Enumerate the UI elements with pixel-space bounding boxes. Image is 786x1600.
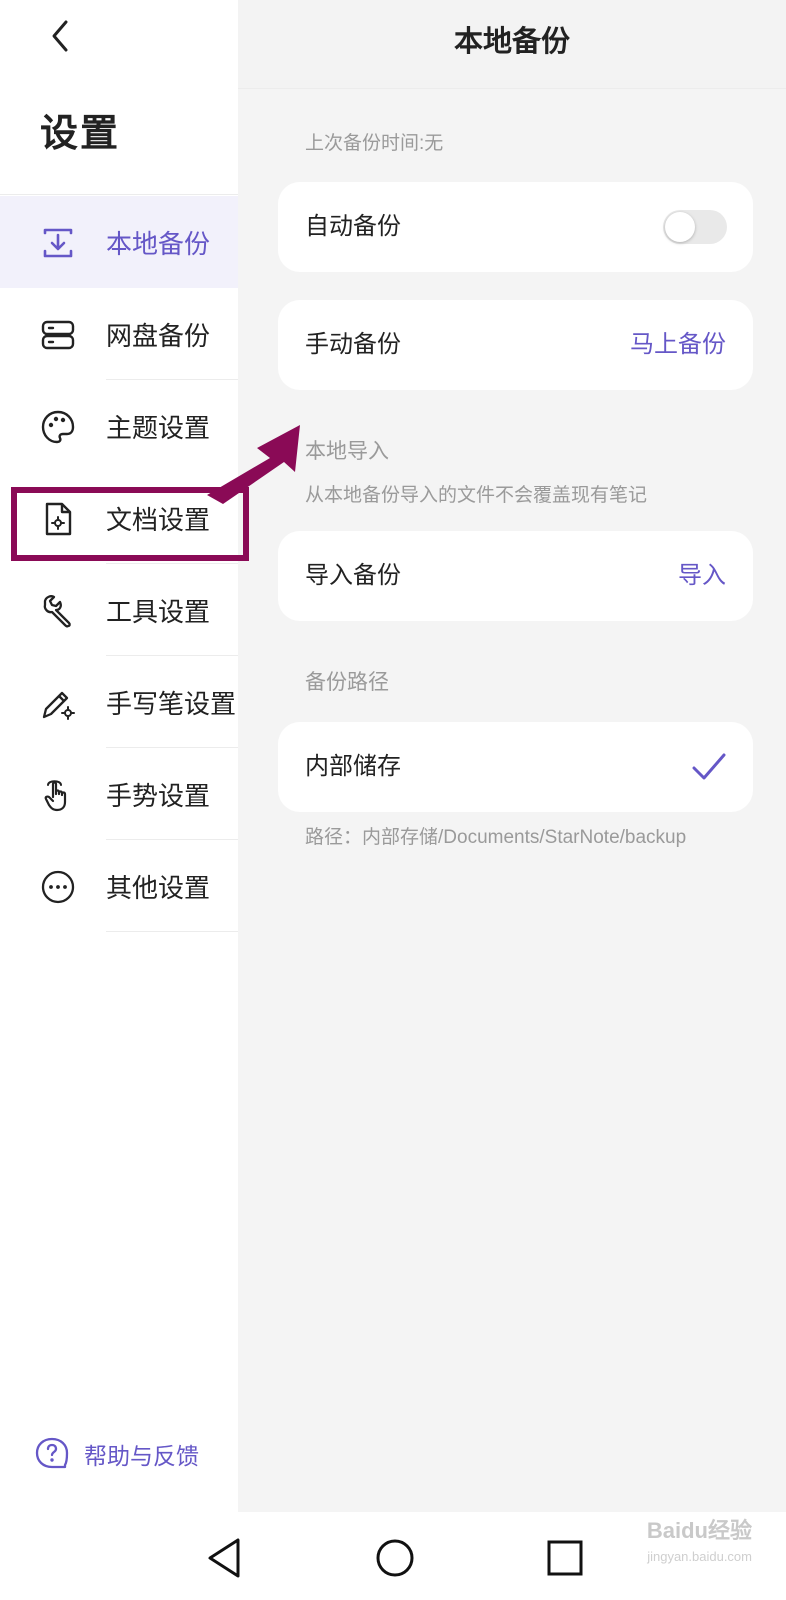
divider — [106, 931, 238, 932]
backup-now-button[interactable]: 马上备份 — [630, 300, 726, 390]
import-button[interactable]: 导入 — [678, 531, 726, 621]
help-feedback-link[interactable]: 帮助与反馈 — [34, 1436, 199, 1472]
divider — [0, 194, 238, 195]
import-note: 从本地备份导入的文件不会覆盖现有笔记 — [305, 485, 648, 506]
import-backup-row: 导入备份 导入 — [278, 531, 753, 621]
nav-recents-icon[interactable] — [541, 1534, 589, 1582]
last-backup-time: 上次备份时间:无 — [305, 133, 444, 154]
manual-backup-row: 手动备份 马上备份 — [278, 300, 753, 390]
download-box-icon — [40, 225, 76, 261]
watermark-text: Baidu经验 — [646, 1518, 752, 1543]
path-section-title: 备份路径 — [305, 671, 389, 694]
nav-back-icon[interactable] — [202, 1534, 250, 1582]
more-circle-icon — [40, 869, 76, 905]
storage-option-row[interactable]: 内部储存 — [278, 722, 753, 812]
sidebar-item-label: 手写笔设置 — [106, 688, 237, 719]
nav-home-icon[interactable] — [371, 1534, 419, 1582]
storage-option-label: 内部储存 — [305, 753, 401, 780]
sidebar-item-label: 主题设置 — [106, 412, 211, 443]
watermark: Baidu经验 jingyan.baidu.com — [647, 1518, 752, 1570]
sidebar: 设置 本地备份 网盘备份 主题设置 文档设置 工具设置 手写笔设置 手势设置 其… — [0, 0, 238, 1512]
manual-backup-label: 手动备份 — [305, 331, 401, 358]
sidebar-item-label: 其他设置 — [106, 872, 211, 903]
hand-pointer-icon — [40, 777, 76, 813]
annotation-arrow-icon — [207, 425, 300, 504]
pen-gear-icon — [40, 685, 76, 721]
back-arrow-icon — [52, 20, 68, 52]
sidebar-item-label: 本地备份 — [106, 228, 211, 259]
help-label: 帮助与反馈 — [84, 1443, 199, 1469]
auto-backup-label: 自动备份 — [305, 213, 401, 240]
wrench-icon — [40, 593, 76, 629]
back-button[interactable] — [40, 14, 80, 58]
sidebar-item-gesture[interactable]: 手势设置 — [0, 748, 238, 840]
sidebar-item-theme[interactable]: 主题设置 — [0, 380, 238, 472]
watermark-url: jingyan.baidu.com — [647, 1549, 752, 1564]
settings-menu: 本地备份 网盘备份 主题设置 文档设置 工具设置 手写笔设置 手势设置 其他设置 — [0, 196, 238, 932]
palette-icon — [40, 409, 76, 445]
sidebar-item-cloud-backup[interactable]: 网盘备份 — [0, 288, 238, 380]
sidebar-item-other[interactable]: 其他设置 — [0, 840, 238, 932]
import-section-title: 本地导入 — [305, 440, 389, 463]
sidebar-item-tools[interactable]: 工具设置 — [0, 564, 238, 656]
settings-title: 设置 — [40, 113, 121, 155]
sidebar-item-label: 网盘备份 — [106, 320, 211, 351]
import-backup-label: 导入备份 — [305, 562, 401, 589]
sidebar-item-local-backup[interactable]: 本地备份 — [0, 196, 238, 288]
server-icon — [40, 317, 76, 353]
checkmark-icon — [692, 753, 726, 780]
backup-path: 路径：内部存储/Documents/StarNote/backup — [305, 827, 687, 848]
auto-backup-row: 自动备份 — [278, 182, 753, 272]
sidebar-item-label: 手势设置 — [106, 780, 211, 811]
page-title: 本地备份 — [453, 26, 570, 58]
help-bubble-icon — [35, 1437, 69, 1469]
auto-backup-toggle[interactable] — [663, 210, 727, 244]
sidebar-item-label: 工具设置 — [106, 596, 211, 627]
toggle-knob — [665, 212, 695, 242]
page-header: 本地备份 — [238, 0, 786, 89]
sidebar-item-stylus[interactable]: 手写笔设置 — [0, 656, 238, 748]
